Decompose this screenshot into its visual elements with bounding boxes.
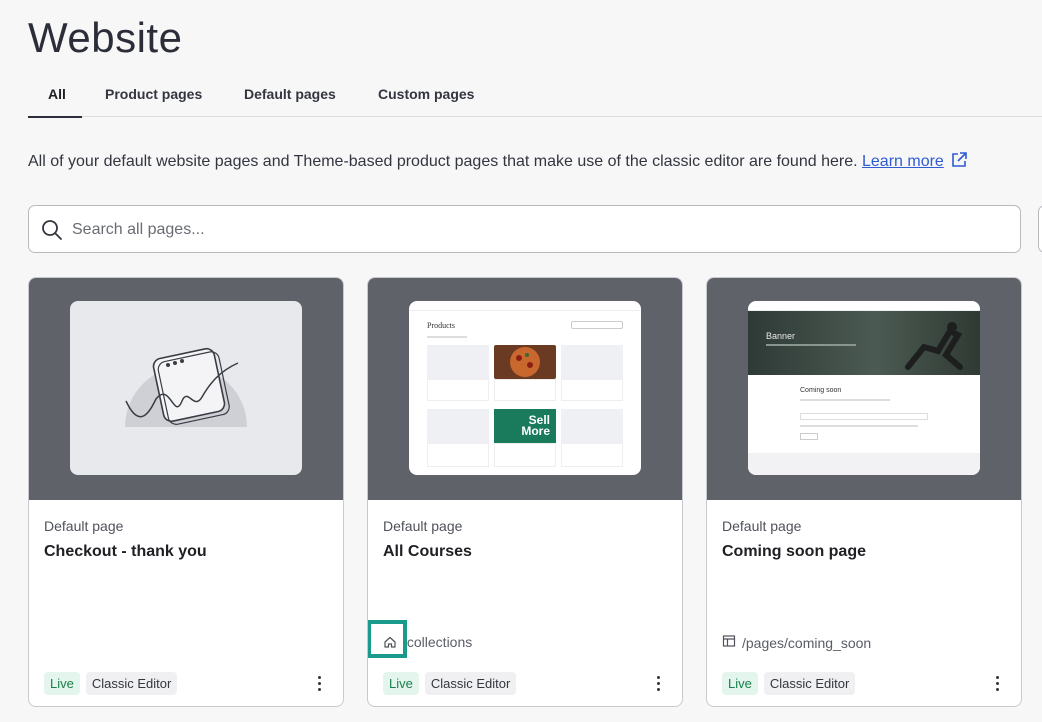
card-type: Default page bbox=[722, 518, 802, 534]
tab-custom-pages[interactable]: Custom pages bbox=[378, 76, 474, 117]
products-page-preview: Products Sell More bbox=[409, 301, 641, 475]
card-thumbnail: Banner Coming soon bbox=[707, 278, 1021, 500]
checkout-illustration bbox=[70, 301, 302, 475]
editor-badge: Classic Editor bbox=[763, 672, 856, 695]
more-options-button[interactable] bbox=[985, 671, 1009, 695]
card-title: Coming soon page bbox=[722, 543, 866, 560]
tab-default-pages[interactable]: Default pages bbox=[244, 76, 336, 117]
home-icon-highlight bbox=[368, 620, 407, 658]
preview-heading: Products bbox=[427, 321, 455, 330]
external-link-icon[interactable] bbox=[950, 151, 968, 174]
intro-description: All of your default website pages and Th… bbox=[28, 153, 858, 170]
page-title: Website bbox=[28, 14, 183, 61]
card-type: Default page bbox=[383, 518, 463, 534]
editor-badge: Classic Editor bbox=[424, 672, 517, 695]
tab-product-pages[interactable]: Product pages bbox=[105, 76, 202, 117]
learn-more-link[interactable]: Learn more bbox=[862, 153, 944, 170]
status-badge-live: Live bbox=[722, 672, 758, 695]
card-badges: Live Classic Editor bbox=[383, 672, 517, 695]
search-box bbox=[28, 205, 1021, 253]
editor-badge: Classic Editor bbox=[85, 672, 178, 695]
promo-line-2: More bbox=[521, 424, 550, 438]
more-options-button[interactable] bbox=[307, 671, 331, 695]
status-badge-live: Live bbox=[44, 672, 80, 695]
banner-image: Banner bbox=[748, 311, 980, 375]
card-badges: Live Classic Editor bbox=[44, 672, 178, 695]
page-card-all-courses[interactable]: Products Sell More Default page All Cour… bbox=[367, 277, 683, 707]
card-path-text: /collections bbox=[403, 634, 473, 650]
more-options-button[interactable] bbox=[646, 671, 670, 695]
card-path: /collections bbox=[368, 620, 473, 658]
card-thumbnail: Products Sell More bbox=[368, 278, 682, 500]
search-icon bbox=[41, 219, 63, 246]
banner-heading: Banner bbox=[766, 331, 796, 341]
page-layout-icon bbox=[722, 634, 736, 651]
preview-coming-soon-heading: Coming soon bbox=[800, 387, 842, 394]
sell-more-promo: Sell More bbox=[494, 409, 556, 443]
card-path: /pages/coming_soon bbox=[722, 634, 871, 651]
search-input[interactable] bbox=[72, 218, 972, 242]
page-tabs: All Product pages Default pages Custom p… bbox=[28, 76, 1042, 118]
filter-button[interactable] bbox=[1038, 205, 1042, 253]
card-title: All Courses bbox=[383, 543, 472, 560]
intro-text: All of your default website pages and Th… bbox=[28, 151, 968, 174]
status-badge-live: Live bbox=[383, 672, 419, 695]
card-type: Default page bbox=[44, 518, 124, 534]
page-card-checkout-thank-you[interactable]: Default page Checkout - thank you Live C… bbox=[28, 277, 344, 707]
home-icon bbox=[368, 620, 407, 658]
coming-soon-page-preview: Banner Coming soon bbox=[748, 301, 980, 475]
card-badges: Live Classic Editor bbox=[722, 672, 856, 695]
card-title: Checkout - thank you bbox=[44, 543, 207, 560]
card-path-text: /pages/coming_soon bbox=[742, 634, 872, 651]
tab-all[interactable]: All bbox=[28, 76, 82, 118]
card-thumbnail bbox=[29, 278, 343, 500]
page-card-coming-soon[interactable]: Banner Coming soon Default page Coming s… bbox=[706, 277, 1022, 707]
